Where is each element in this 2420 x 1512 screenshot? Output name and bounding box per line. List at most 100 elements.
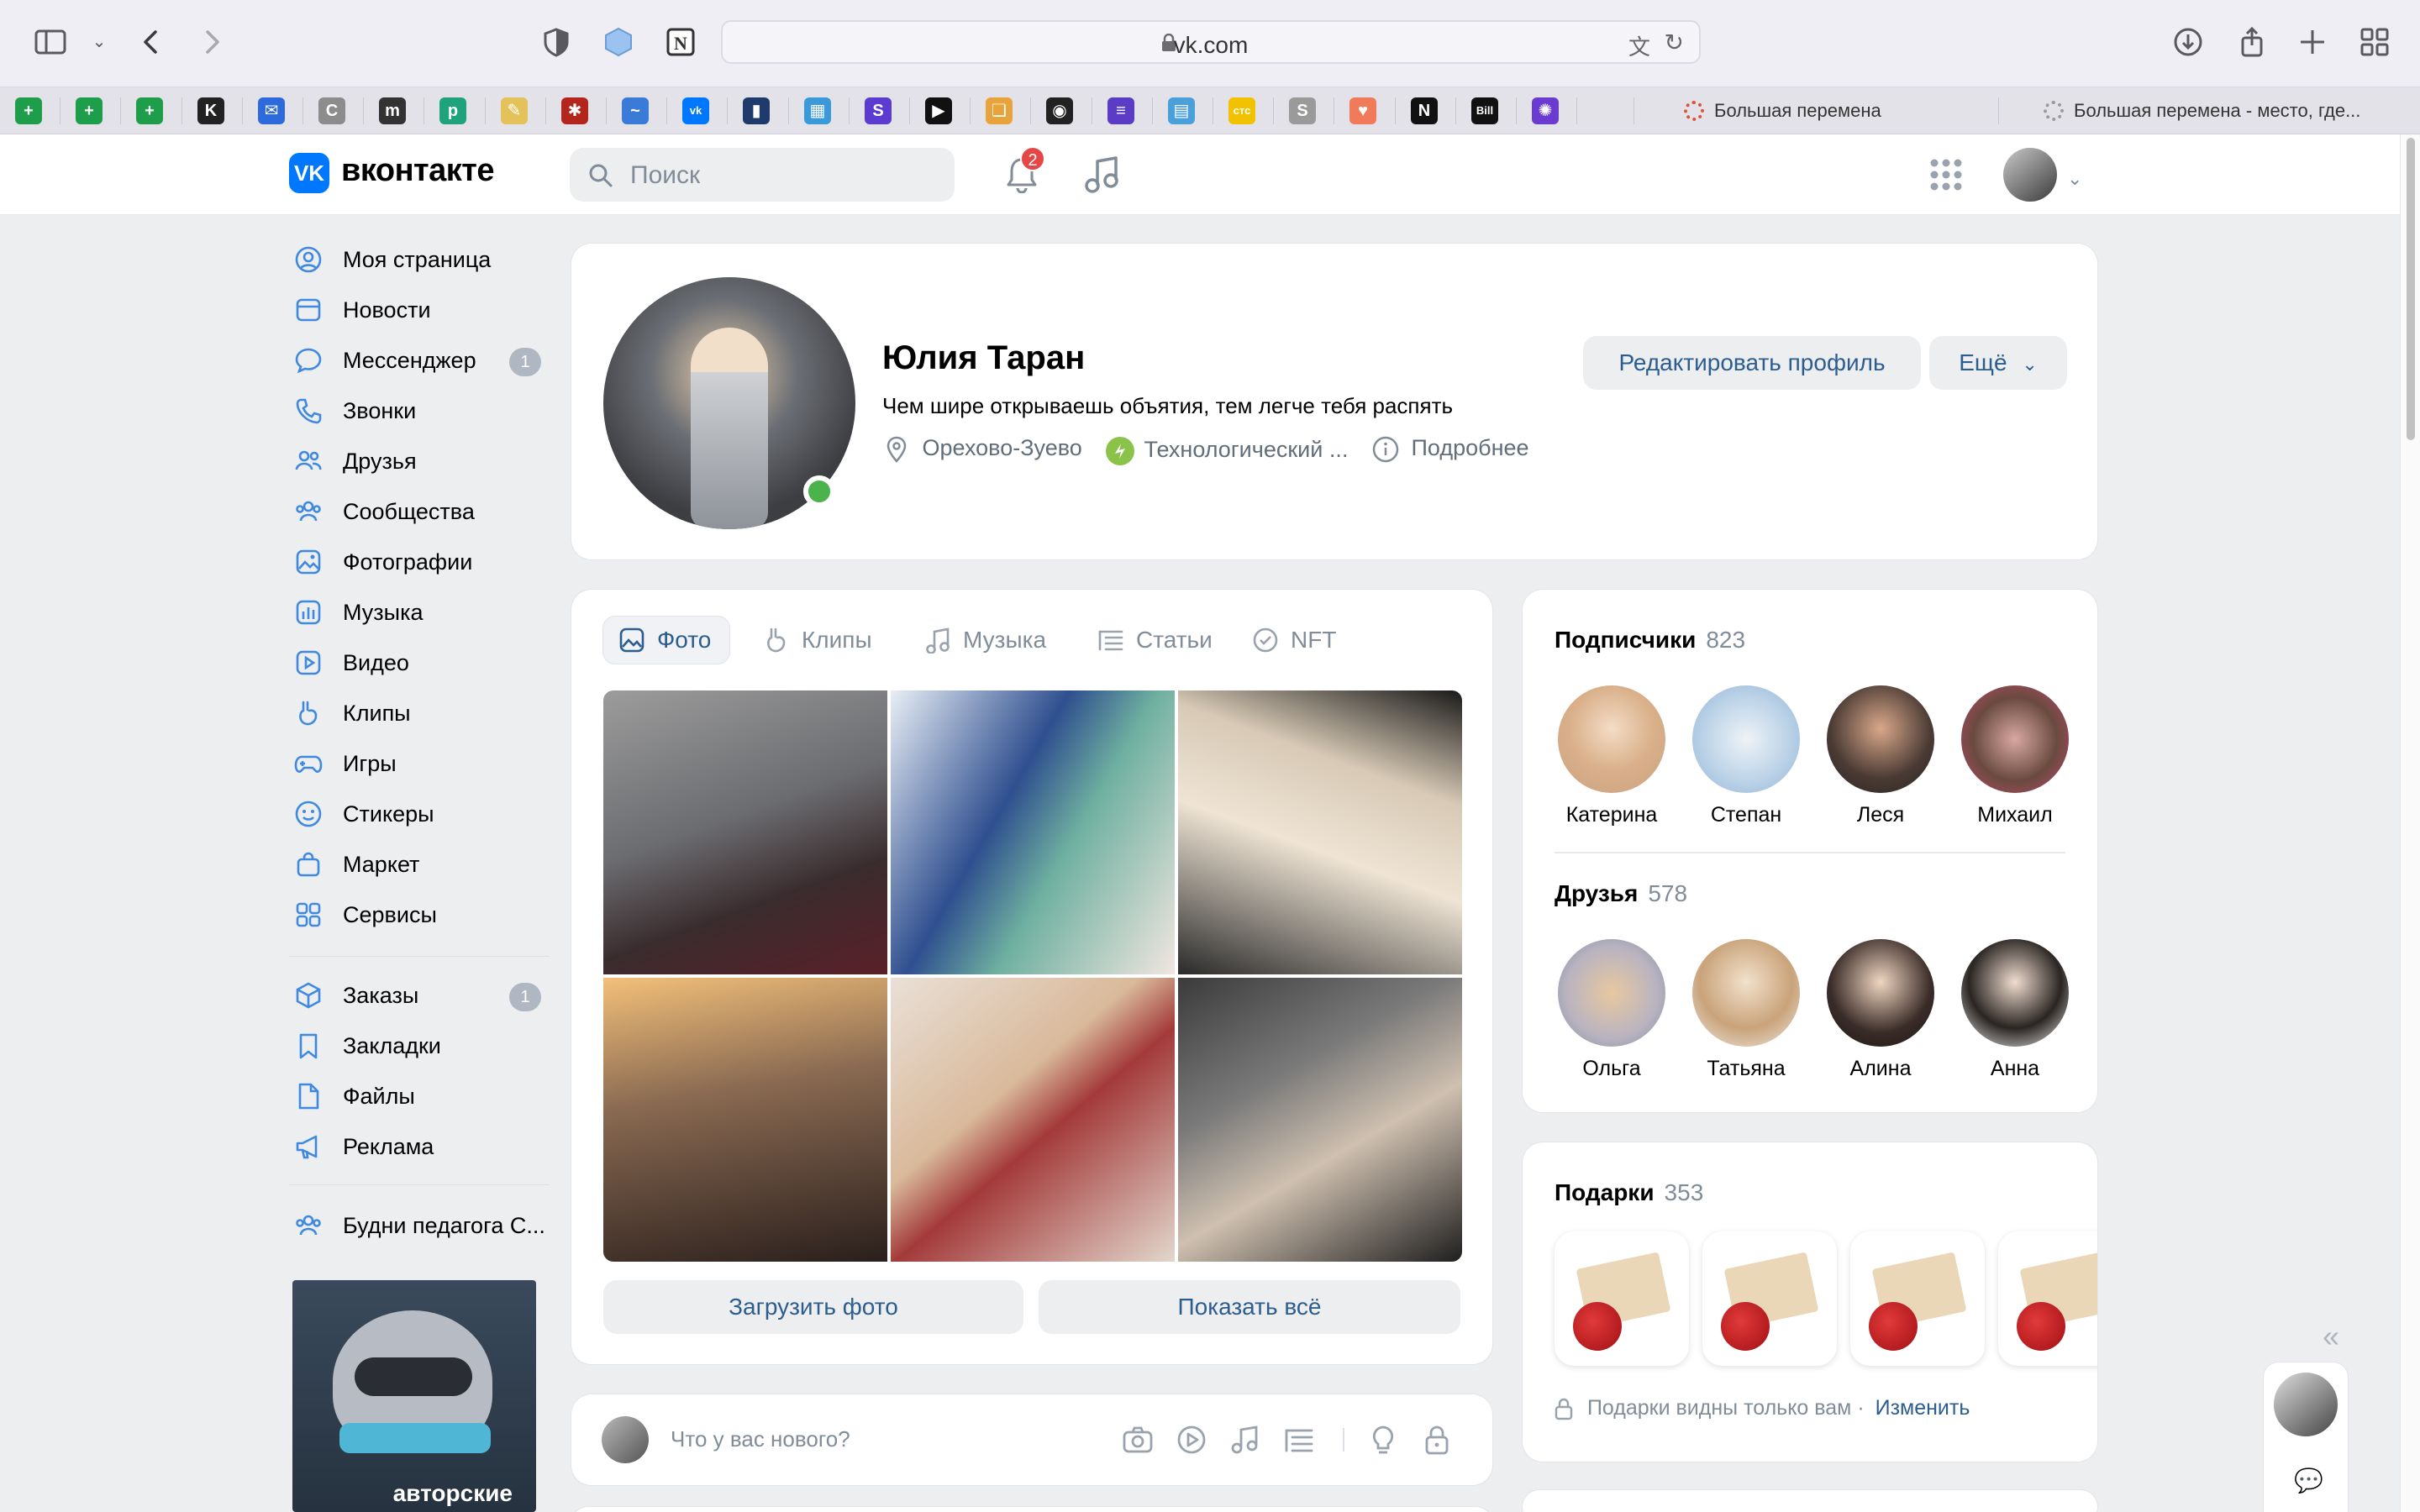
reload-icon[interactable]: ↻: [1665, 29, 1684, 56]
page-scrollbar[interactable]: [2400, 134, 2420, 1512]
favorite-tab[interactable]: S: [850, 96, 910, 126]
favorite-tab[interactable]: ✉: [243, 96, 303, 126]
photo-thumbnail[interactable]: [603, 690, 887, 974]
cube-extension-icon[interactable]: [602, 25, 635, 59]
more-button[interactable]: Ещё ⌄: [1929, 336, 2067, 390]
nav-item-news[interactable]: Новости: [289, 287, 550, 331]
post-composer[interactable]: Что у вас нового?: [571, 1394, 1492, 1485]
nav-item-bag[interactable]: Маркет: [289, 842, 550, 885]
favorite-tab[interactable]: m: [364, 96, 424, 126]
notion-extension-icon[interactable]: N: [664, 25, 697, 59]
chevron-down-icon[interactable]: ⌄: [2067, 168, 2082, 190]
download-icon[interactable]: [2171, 25, 2205, 59]
show-all-button[interactable]: Показать всё: [1039, 1280, 1460, 1334]
favorite-tab[interactable]: ✱: [546, 96, 607, 126]
favorite-tab[interactable]: ✺: [1517, 96, 1577, 126]
chat-contact-avatar[interactable]: [2270, 1369, 2341, 1440]
photo-thumbnail[interactable]: [1178, 690, 1462, 974]
translate-icon[interactable]: 文: [1628, 30, 1650, 61]
favorite-tab[interactable]: vk: [667, 96, 728, 126]
favorite-tab[interactable]: ~: [607, 96, 667, 126]
promo-banner[interactable]: авторские: [292, 1280, 536, 1512]
nav-item-message[interactable]: Мессенджер 1: [289, 338, 550, 381]
gifts-title[interactable]: Подарки 353: [1555, 1179, 1703, 1206]
photo-thumbnail[interactable]: [603, 978, 887, 1262]
photo-thumbnail[interactable]: [891, 690, 1175, 974]
favorite-tab[interactable]: p: [424, 96, 485, 126]
nav-item-friends[interactable]: Друзья: [289, 438, 550, 482]
music-icon[interactable]: [1084, 155, 1121, 195]
tab-clips[interactable]: Клипы: [748, 617, 891, 664]
nav-item-box[interactable]: Заказы 1: [289, 973, 550, 1016]
apps-grid-icon[interactable]: [1929, 158, 1963, 192]
back-icon[interactable]: [134, 25, 168, 59]
favorite-tab[interactable]: ▤: [1153, 96, 1213, 126]
favorite-tab[interactable]: ◉: [1031, 96, 1092, 126]
nav-item-clips[interactable]: Клипы: [289, 690, 550, 734]
vk-logo-text[interactable]: вконтакте: [341, 153, 495, 189]
profile-city[interactable]: Орехово-Зуево: [882, 435, 1082, 464]
upload-photo-button[interactable]: Загрузить фото: [603, 1280, 1023, 1334]
tab-overview-icon[interactable]: [2358, 25, 2391, 59]
favorite-tab[interactable]: K: [182, 96, 243, 126]
shield-icon[interactable]: [539, 25, 573, 59]
gifts-change-link[interactable]: Изменить: [1876, 1396, 1970, 1420]
gift-item[interactable]: [1998, 1231, 2097, 1366]
tab-music[interactable]: Музыка: [909, 617, 1060, 664]
favorite-tab[interactable]: +: [121, 96, 182, 126]
favorite-tab[interactable]: ▦: [789, 96, 850, 126]
gift-item[interactable]: [1702, 1231, 1837, 1366]
music-note-icon[interactable]: [1228, 1423, 1262, 1457]
browser-tab[interactable]: Большая перемена - место, где...: [2007, 87, 2393, 134]
favorite-tab[interactable]: стс: [1213, 96, 1274, 126]
nav-item-gamepad[interactable]: Игры: [289, 741, 550, 785]
favorite-tab[interactable]: +: [60, 96, 121, 126]
sidebar-toggle-icon[interactable]: [34, 25, 67, 59]
profile-university[interactable]: Технологический ...: [1104, 435, 1348, 467]
photo-thumbnail[interactable]: [1178, 978, 1462, 1262]
tab-articles[interactable]: Статьи: [1082, 617, 1220, 664]
favorite-tab[interactable]: +: [0, 96, 60, 126]
browser-tab[interactable]: Большая перемена: [1647, 87, 1995, 134]
favorite-tab[interactable]: Bill: [1456, 96, 1517, 126]
forward-icon[interactable]: [195, 25, 229, 59]
address-bar[interactable]: vk.com 文 ↻: [721, 20, 1701, 64]
gift-item[interactable]: [1555, 1231, 1689, 1366]
article-icon[interactable]: [1282, 1423, 1316, 1457]
photo-thumbnail[interactable]: [891, 978, 1175, 1262]
tab-nft[interactable]: NFT: [1237, 617, 1338, 664]
nav-item-bookmark[interactable]: Закладки: [289, 1023, 550, 1067]
scrollbar-thumb[interactable]: [2407, 138, 2415, 440]
tab-photo[interactable]: Фото: [603, 617, 729, 664]
chevron-down-icon[interactable]: ⌄: [82, 25, 116, 59]
favorite-tab[interactable]: ❏: [971, 96, 1031, 126]
favorite-tab[interactable]: N: [1396, 96, 1456, 126]
vk-logo-icon[interactable]: VK: [289, 153, 329, 193]
nav-item-photo[interactable]: Фотографии: [289, 539, 550, 583]
nav-item-phone[interactable]: Звонки: [289, 388, 550, 432]
camera-icon[interactable]: [1121, 1423, 1155, 1457]
favorite-tab[interactable]: ≡: [1092, 96, 1153, 126]
favorite-tab[interactable]: ▶: [910, 96, 971, 126]
user-avatar[interactable]: [2003, 148, 2057, 202]
nav-item-group[interactable]: Будни педагога С...: [289, 1203, 550, 1247]
nav-item-smile[interactable]: Стикеры: [289, 791, 550, 835]
new-tab-icon[interactable]: [2296, 25, 2329, 59]
favorite-tab[interactable]: S: [1274, 96, 1334, 126]
favorite-tab[interactable]: ✎: [486, 96, 546, 126]
favorite-tab[interactable]: ▮: [728, 96, 788, 126]
favorite-tab[interactable]: ♥: [1334, 96, 1395, 126]
collapse-chevrons-icon[interactable]: «: [2323, 1319, 2339, 1354]
nav-item-user-circle[interactable]: Моя страница: [289, 237, 550, 281]
lock-icon[interactable]: [1420, 1423, 1454, 1457]
video-play-icon[interactable]: [1175, 1423, 1208, 1457]
chat-bubble-icon[interactable]: 💬: [2294, 1467, 2323, 1494]
nav-item-megaphone[interactable]: Реклама: [289, 1124, 550, 1168]
nav-item-file[interactable]: Файлы: [289, 1074, 550, 1117]
favorite-tab[interactable]: C: [303, 96, 364, 126]
search-input[interactable]: Поиск: [570, 148, 955, 202]
nav-item-music[interactable]: Музыка: [289, 590, 550, 633]
followers-title[interactable]: Подписчики 823: [1555, 627, 1745, 654]
profile-more-link[interactable]: Подробнее: [1371, 435, 1529, 464]
edit-profile-button[interactable]: Редактировать профиль: [1583, 336, 1921, 390]
